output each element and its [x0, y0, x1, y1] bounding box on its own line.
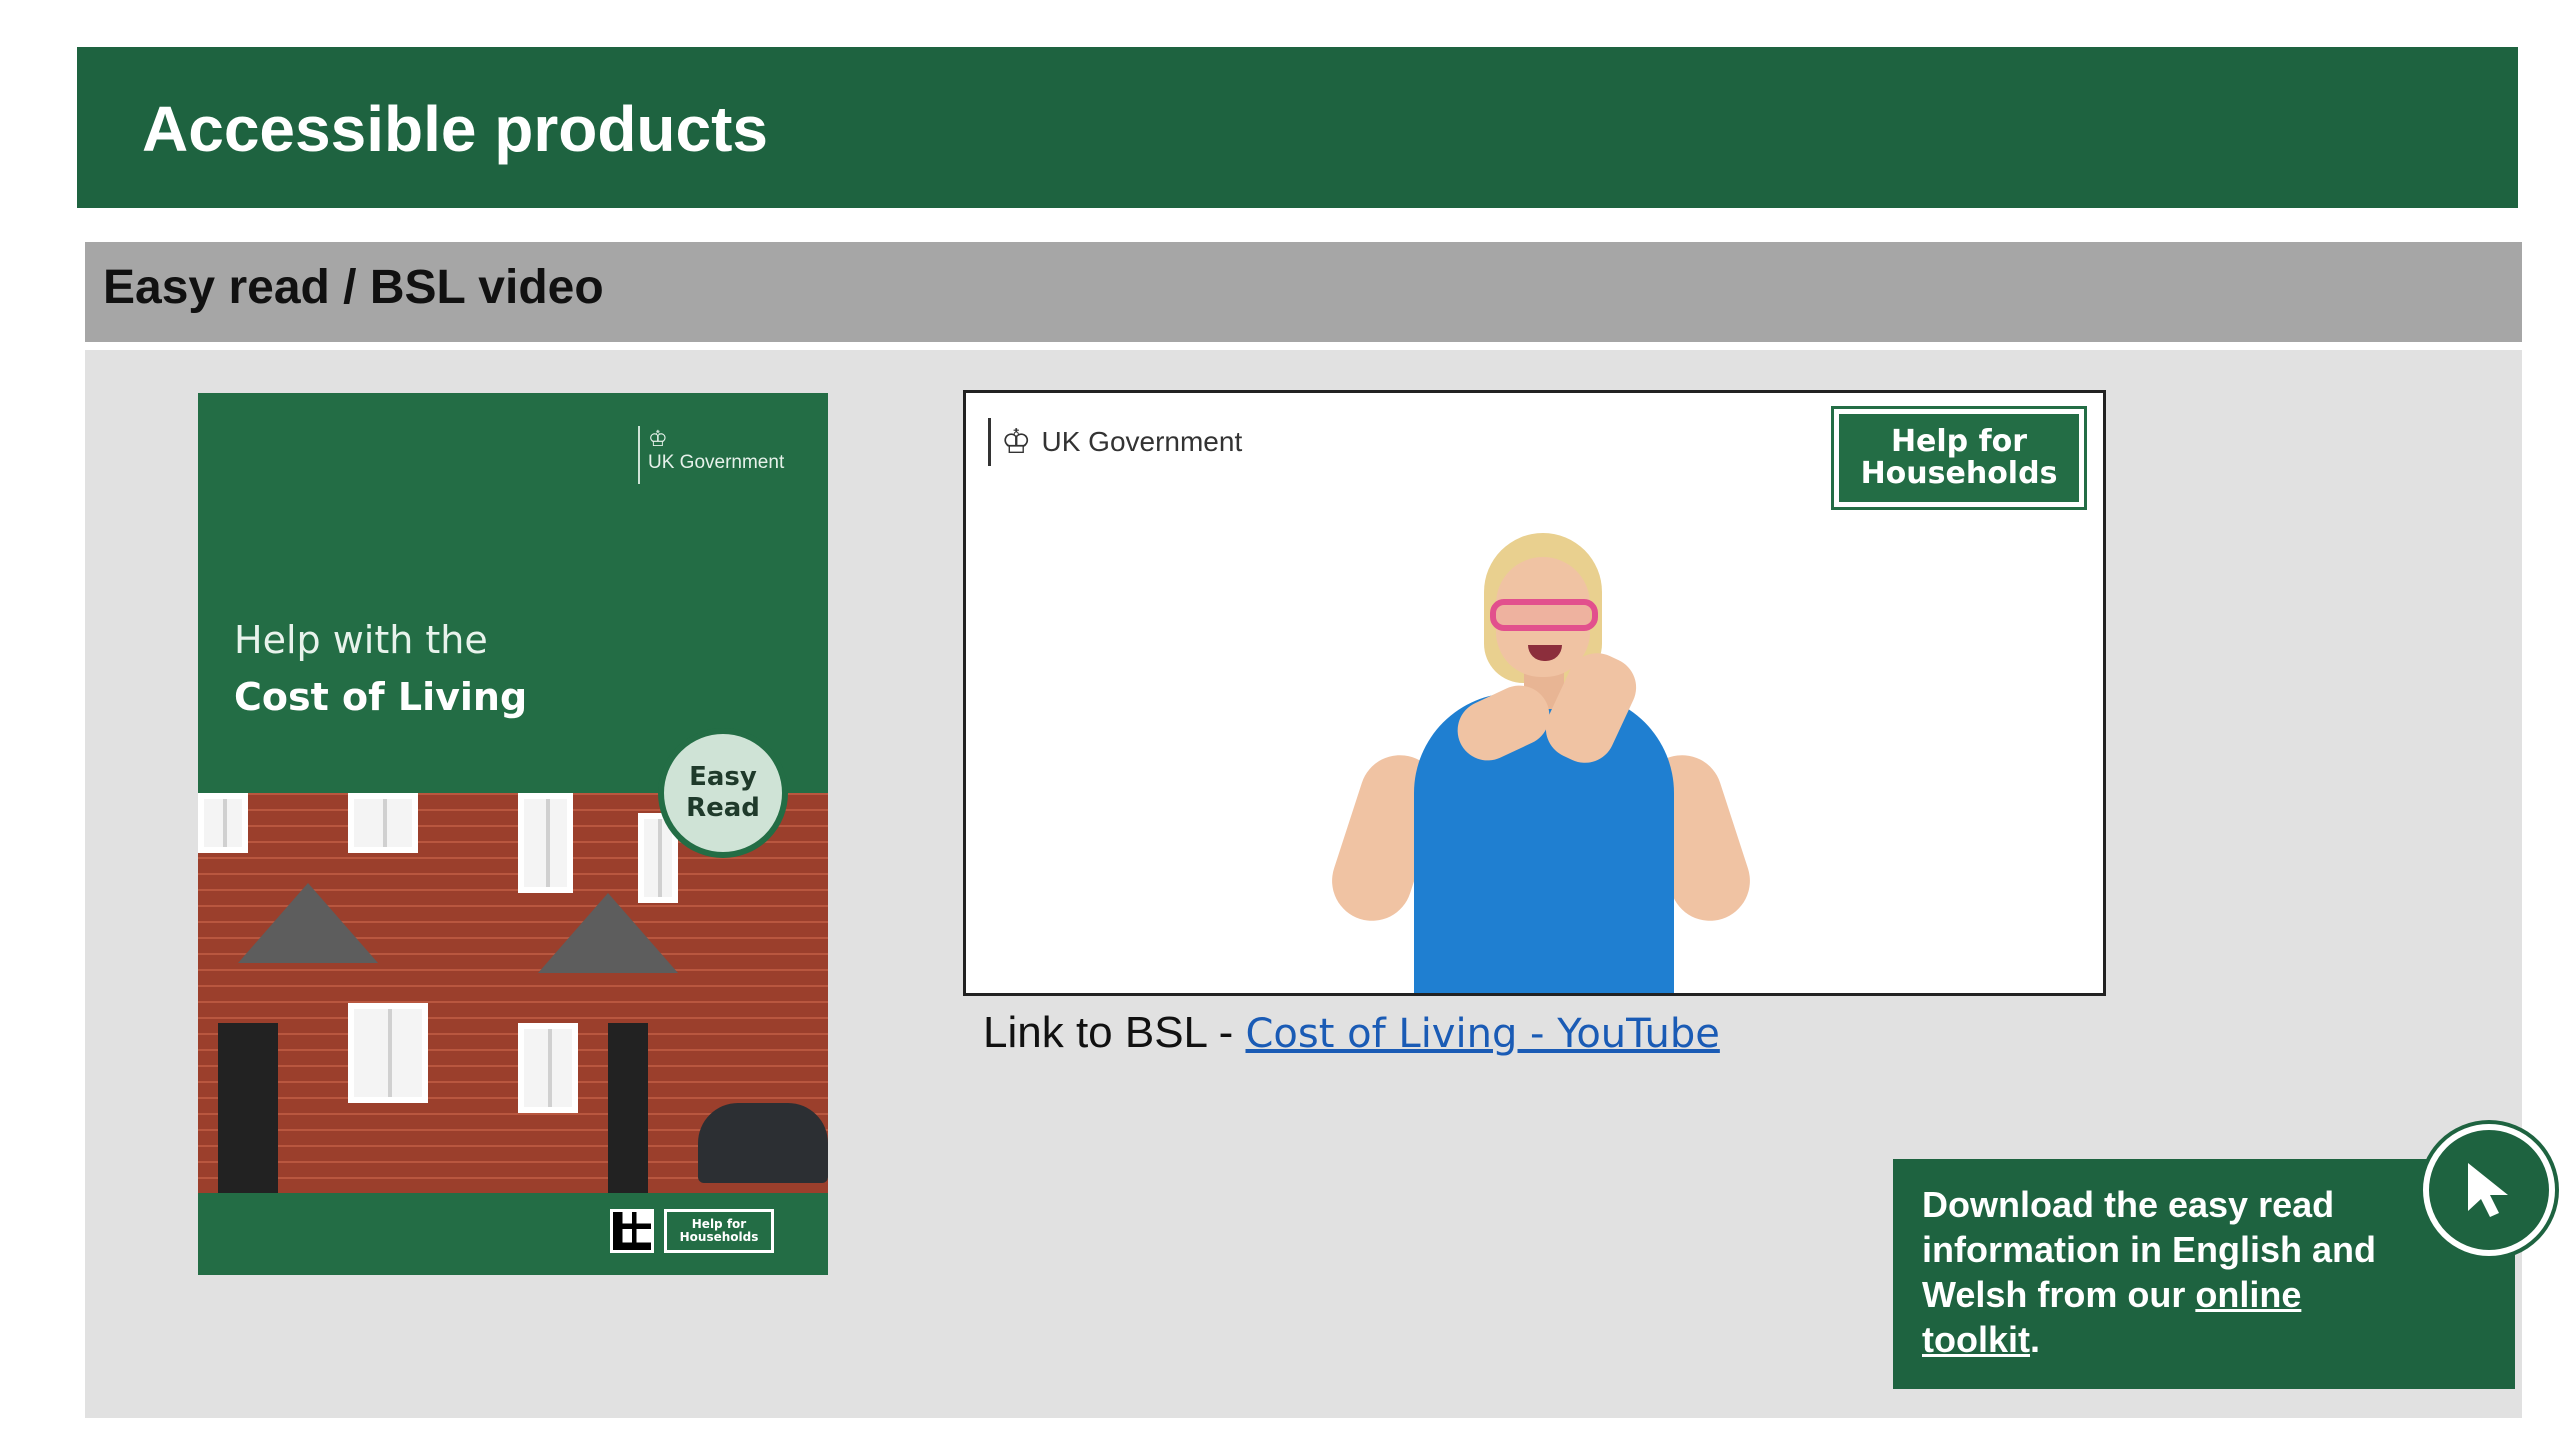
- door: [608, 1023, 648, 1193]
- car: [698, 1103, 828, 1183]
- porch-roof: [538, 893, 678, 973]
- video-badge-line2: Households: [1860, 456, 2058, 491]
- section-title: Easy read / BSL video: [103, 261, 604, 314]
- download-text: Download the easy read information in En…: [1922, 1182, 2392, 1362]
- door: [218, 1023, 278, 1193]
- cover-title-line2: Cost of Living: [234, 675, 528, 719]
- bsl-link-prefix: Link to BSL -: [983, 1008, 1246, 1057]
- uk-government-logo: ♔ UK Government: [638, 426, 784, 484]
- mini-logo-line2: Households: [679, 1230, 759, 1244]
- badge-line2: Read: [686, 793, 760, 823]
- window: [518, 1023, 578, 1113]
- signer-torso: [1414, 693, 1674, 993]
- qr-code-icon: [610, 1209, 654, 1253]
- window: [348, 1003, 428, 1103]
- window: [348, 793, 418, 853]
- cover-footer: Help for Households: [198, 1193, 828, 1275]
- uk-government-logo: ♔ UK Government: [988, 418, 1242, 466]
- crest-icon: ♔: [648, 426, 668, 451]
- cover-logo-text: UK Government: [648, 452, 785, 473]
- window: [518, 793, 573, 893]
- crest-icon: ♔: [1001, 423, 1032, 461]
- signer-glasses: [1490, 599, 1598, 631]
- easy-read-badge: Easy Read: [658, 728, 788, 858]
- title-banner: Accessible products: [77, 47, 2518, 208]
- badge-line1: Easy: [689, 762, 757, 792]
- download-suffix: .: [2029, 1319, 2040, 1360]
- help-for-households-badge: Help for Households: [1831, 406, 2087, 510]
- download-body: Download the easy read information in En…: [1922, 1184, 2376, 1315]
- youtube-link[interactable]: Cost of Living - YouTube: [1246, 1011, 1720, 1057]
- porch-roof: [238, 883, 378, 963]
- page-title: Accessible products: [142, 93, 768, 165]
- bsl-signer-figure: [1306, 533, 1766, 993]
- bsl-video-thumbnail[interactable]: ♔ UK Government Help for Households: [963, 390, 2106, 996]
- video-logo-text: UK Government: [1041, 426, 1243, 457]
- window: [198, 793, 248, 853]
- download-callout: Download the easy read information in En…: [1893, 1159, 2515, 1389]
- help-for-households-logo: Help for Households: [664, 1209, 774, 1253]
- easy-read-cover-image[interactable]: ♔ UK Government Help with the Cost of Li…: [198, 393, 828, 1275]
- bsl-link-line: Link to BSL - Cost of Living - YouTube: [983, 1008, 1720, 1058]
- cursor-pointer-icon: [2423, 1124, 2555, 1256]
- video-badge-line1: Help for: [1890, 424, 2028, 459]
- pointer-arrow-icon: [2468, 1163, 2508, 1217]
- section-bar: Easy read / BSL video: [85, 242, 2522, 342]
- cover-title-line1: Help with the: [234, 618, 488, 662]
